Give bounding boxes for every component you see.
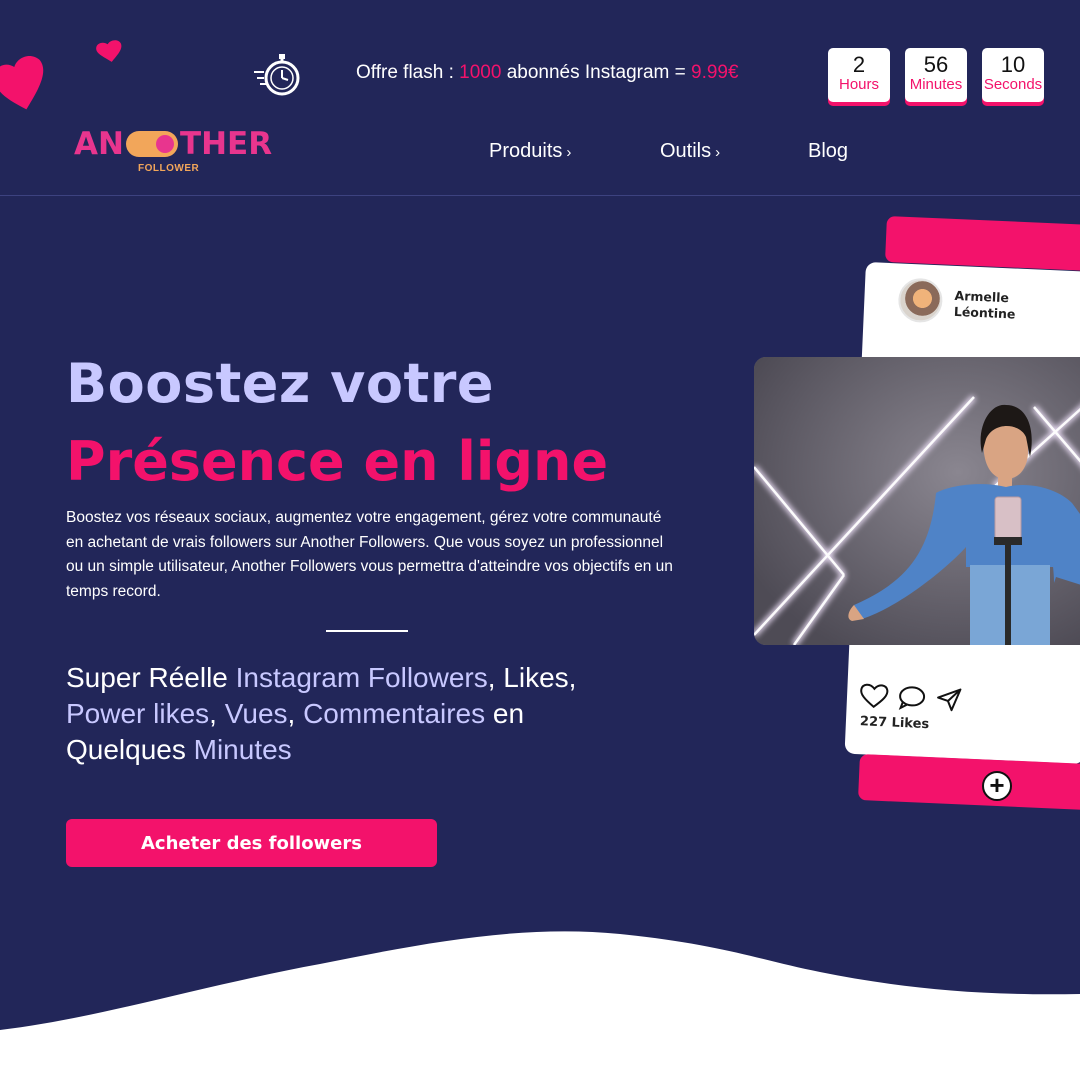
flash-middle: abonnés Instagram = <box>501 62 692 83</box>
tagline-highlight: Commentaires <box>303 698 486 729</box>
tagline-highlight: Minutes <box>193 734 292 765</box>
nav-label: Produits <box>489 140 563 162</box>
heart-icon <box>96 40 124 64</box>
add-button[interactable]: + <box>982 771 1012 801</box>
countdown-hours: 2 Hours <box>828 48 890 102</box>
likes-count: 227 Likes <box>859 714 930 733</box>
tagline-text: , Likes, <box>487 662 577 693</box>
logo-text-start: AN <box>74 126 124 162</box>
countdown-seconds: 10 Seconds <box>982 48 1044 102</box>
tagline-highlight: Instagram Followers <box>235 662 488 693</box>
countdown-minutes: 56 Minutes <box>905 48 967 102</box>
header-divider <box>0 195 1080 196</box>
author-last-name: Léontine <box>953 303 1016 322</box>
nav-produits[interactable]: Produits › <box>489 140 571 163</box>
hero-tagline: Super Réelle Instagram Followers, Likes,… <box>66 660 666 768</box>
hero-description: Boostez vos réseaux sociaux, augmentez v… <box>66 509 673 600</box>
countdown-value: 10 <box>1000 52 1026 77</box>
site-logo[interactable]: AN THER FOLLOWER <box>74 126 273 174</box>
nav-outils[interactable]: Outils › <box>660 140 720 163</box>
heart-icon <box>0 56 48 112</box>
chevron-right-icon: › <box>715 144 721 161</box>
wave-divider <box>0 931 1080 1080</box>
flash-prefix: Offre flash : <box>356 62 460 83</box>
post-actions <box>858 682 963 718</box>
send-icon <box>934 685 963 717</box>
tagline-text: , <box>287 698 304 729</box>
countdown-label: Hours <box>838 76 879 93</box>
author-first-name: Armelle <box>954 287 1010 306</box>
countdown-label: Minutes <box>909 76 963 93</box>
countdown-label: Seconds <box>983 76 1043 93</box>
tagline-text: en <box>485 698 525 729</box>
nav-label: Outils <box>660 140 712 162</box>
comment-icon <box>896 684 927 716</box>
buy-followers-button[interactable]: Acheter des followers <box>66 819 437 867</box>
mockup-bottom-bar <box>857 754 1080 811</box>
nav-label: Blog <box>808 140 849 162</box>
logo-subtitle: FOLLOWER <box>138 163 200 174</box>
flash-offer-text: Offre flash : 1000 abonnés Instagram = 9… <box>356 62 739 84</box>
toggle-icon <box>125 131 178 157</box>
chevron-right-icon: › <box>566 144 572 161</box>
post-author: Armelle Léontine <box>954 288 1017 323</box>
hero-title-line2: Présence en ligne <box>66 430 609 493</box>
nav-blog[interactable]: Blog <box>808 140 848 163</box>
logo-text-end: THER <box>179 126 273 162</box>
hero-title-line1: Boostez votre <box>66 352 495 415</box>
influencer-photo <box>754 357 1080 645</box>
countdown-value: 2 <box>852 52 866 77</box>
flash-price: 9.99€ <box>691 62 739 83</box>
tagline-text: , <box>209 698 225 729</box>
countdown-value: 56 <box>923 52 949 77</box>
tagline-highlight: Power likes <box>66 698 210 729</box>
flash-count: 1000 <box>459 62 502 83</box>
tagline-highlight: Vues <box>224 698 288 729</box>
stopwatch-icon <box>250 46 306 102</box>
tagline-text: Quelques <box>66 734 194 765</box>
avatar <box>897 277 944 324</box>
tagline-text: Super Réelle <box>66 662 236 693</box>
separator-line <box>326 630 408 632</box>
heart-outline-icon <box>858 682 889 714</box>
